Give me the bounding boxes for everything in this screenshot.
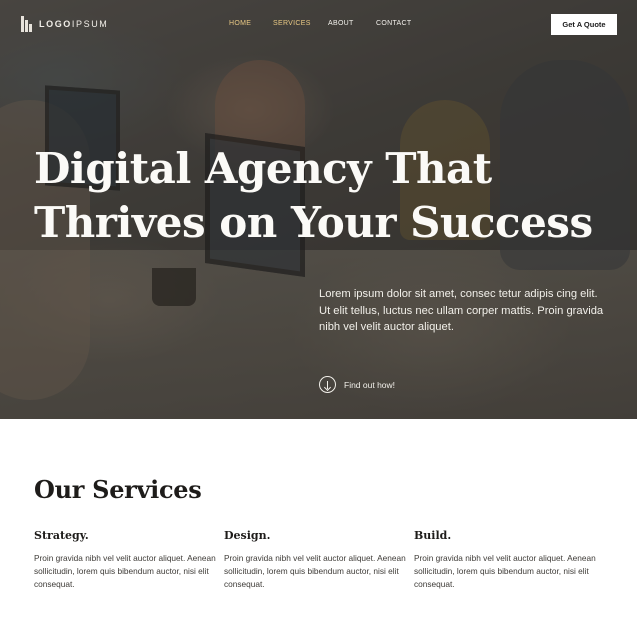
service-name: Build. [414,529,452,542]
service-name: Design. [224,529,271,542]
hero-title: Digital Agency That Thrives on Your Succ… [34,142,594,250]
services-title: Our Services [34,475,202,504]
nav-link-home[interactable]: HOME [229,20,251,27]
hero-description: Lorem ipsum dolor sit amet, consec tetur… [319,288,604,333]
service-card-strategy: Strategy. Proin gravida nibh vel velit a… [34,529,219,591]
service-card-build: Build. Proin gravida nibh vel velit auct… [414,529,599,591]
arrow-down-circle-icon [319,376,336,393]
nav-link-about[interactable]: ABOUT [328,20,354,27]
logo-text: LOGOIPSUM [39,19,109,29]
top-navigation: LOGOIPSUM HOME SERVICES ABOUT CONTACT Ge… [0,0,637,50]
service-description: Proin gravida nibh vel velit auctor aliq… [34,553,216,589]
site-logo[interactable]: LOGOIPSUM [21,16,108,32]
get-a-quote-button[interactable]: Get A Quote [551,14,617,35]
hero-title-line-1: Digital Agency That [34,144,492,193]
find-out-how-label: Find out how! [344,379,396,390]
service-name: Strategy. [34,529,89,542]
service-description: Proin gravida nibh vel velit auctor aliq… [224,553,406,589]
find-out-how-link[interactable]: Find out how! [319,376,395,393]
nav-link-services[interactable]: SERVICES [273,20,311,27]
hero-title-line-2: Thrives on Your Success [34,198,593,247]
logo-mark-icon [21,16,35,32]
service-description: Proin gravida nibh vel velit auctor aliq… [414,553,596,589]
hero-section: LOGOIPSUM HOME SERVICES ABOUT CONTACT Ge… [0,0,637,419]
nav-link-contact[interactable]: CONTACT [376,20,411,27]
service-card-design: Design. Proin gravida nibh vel velit auc… [224,529,409,591]
